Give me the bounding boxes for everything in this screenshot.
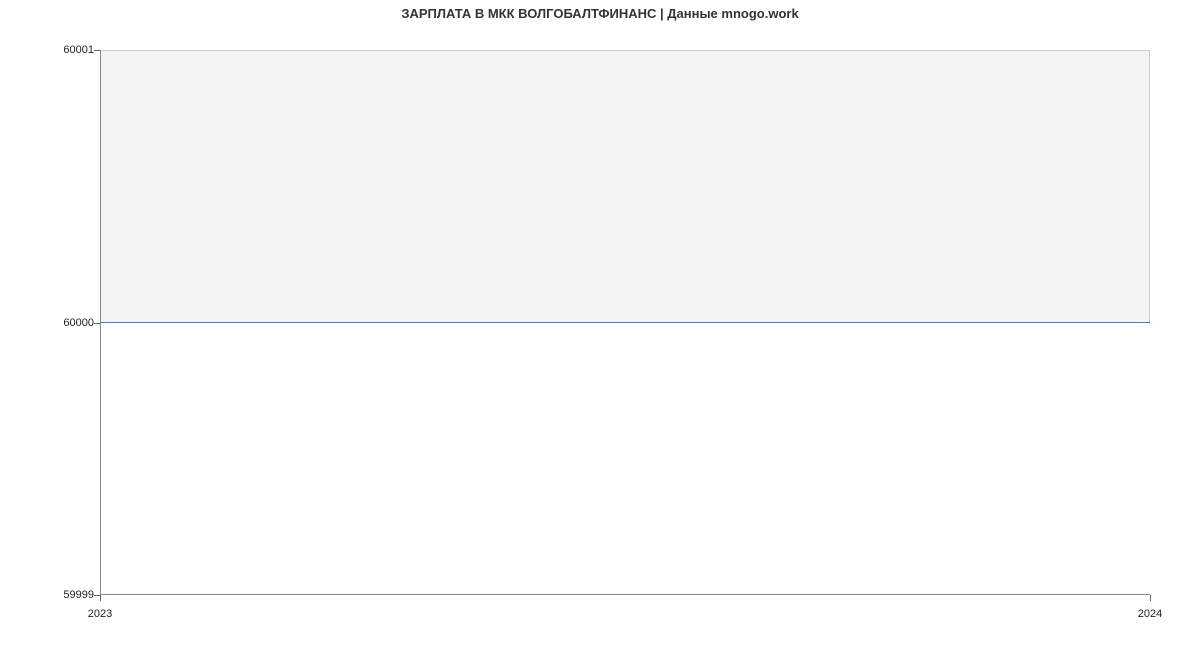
x-tick [100, 595, 101, 601]
x-axis-label: 2024 [1138, 608, 1162, 620]
y-axis-label: 60001 [63, 44, 94, 56]
data-line [101, 322, 1150, 323]
grid-band [101, 50, 1150, 322]
plot-area [100, 50, 1150, 595]
x-tick [1150, 595, 1151, 601]
chart-title: ЗАРПЛАТА В МКК ВОЛГОБАЛТФИНАНС | Данные … [0, 6, 1200, 21]
chart-container: ЗАРПЛАТА В МКК ВОЛГОБАЛТФИНАНС | Данные … [0, 0, 1200, 650]
x-axis-label: 2023 [88, 608, 112, 620]
y-axis-label: 59999 [63, 589, 94, 601]
y-axis-label: 60000 [63, 317, 94, 329]
